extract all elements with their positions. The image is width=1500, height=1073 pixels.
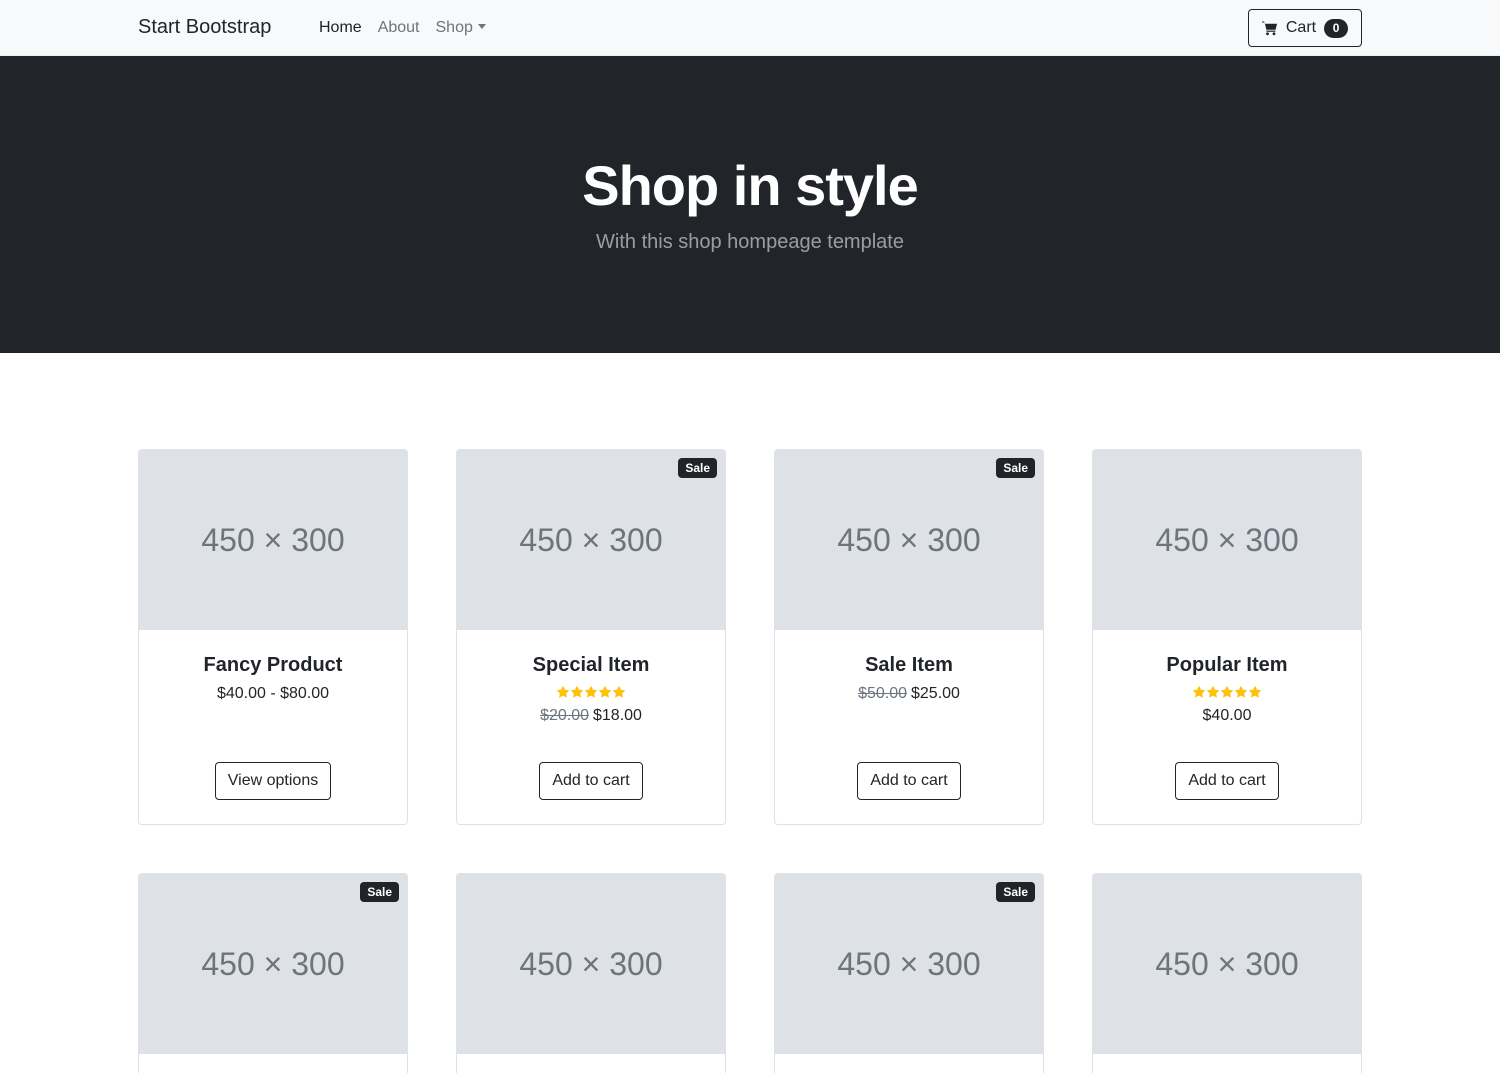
star-icon [612, 685, 626, 698]
product-card-body: Fancy Product $40.00 - $80.00 [139, 630, 407, 703]
star-rating [1093, 685, 1361, 699]
add-to-cart-button[interactable]: Add to cart [1175, 762, 1279, 800]
star-icon [598, 685, 612, 698]
product-card-footer: Add to cart [1093, 762, 1361, 800]
current-price: $25.00 [911, 685, 960, 702]
cart-icon [1261, 21, 1277, 36]
product-card-footer: Add to cart [775, 762, 1043, 800]
caret-down-icon [477, 24, 486, 29]
product-card: 450 × 300 Fancy Product $40.00 - $80.00 … [138, 449, 408, 825]
star-icon [556, 685, 570, 698]
product-card: 450 × 300 Sale Special Item $20.00 $18.00… [456, 449, 726, 825]
star-icon [570, 685, 584, 698]
star-icon [1248, 685, 1262, 698]
hero-title: Shop in style [582, 154, 919, 217]
current-price: $40.00 [1202, 707, 1252, 724]
cart-count-badge: 0 [1324, 18, 1349, 38]
product-card-body: Special Item $20.00 $18.00 [457, 630, 725, 725]
cart-button[interactable]: Cart 0 [1248, 9, 1362, 47]
star-icon [1192, 685, 1206, 698]
sale-badge: Sale [360, 882, 399, 902]
product-card: 450 × 300 Sale [774, 873, 1044, 1073]
product-card: 450 × 300 [456, 873, 726, 1073]
nav-link-shop-label: Shop [435, 19, 473, 36]
sale-badge: Sale [996, 458, 1035, 478]
star-icon [584, 685, 598, 698]
view-options-button[interactable]: View options [214, 762, 332, 800]
current-price: $18.00 [593, 707, 642, 724]
product-name: Popular Item [1166, 654, 1288, 676]
navbar: Start Bootstrap Home About Shop Cart 0 [0, 0, 1500, 56]
product-card: 450 × 300 Sale [138, 873, 408, 1073]
star-icon [1206, 685, 1220, 698]
product-name: Special Item [532, 654, 650, 676]
product-image-placeholder: 450 × 300 [139, 450, 407, 630]
product-card: 450 × 300 Popular Item $40.00 Add to car… [1092, 449, 1362, 825]
nav-links: Home About Shop [319, 19, 486, 37]
original-price: $50.00 [858, 685, 907, 702]
product-card-footer: Add to cart [457, 762, 725, 800]
sale-badge: Sale [996, 882, 1035, 902]
cart-label: Cart [1285, 19, 1317, 36]
product-card-body: Sale Item $50.00 $25.00 [775, 630, 1043, 703]
product-price: $40.00 [1093, 707, 1361, 725]
hero-subtitle: With this shop hompeage template [596, 231, 904, 253]
product-card: 450 × 300 Sale Sale Item $50.00 $25.00 Ad… [774, 449, 1044, 825]
add-to-cart-button[interactable]: Add to cart [857, 762, 961, 800]
product-card-body: Popular Item $40.00 [1093, 630, 1361, 725]
product-name: Fancy Product [203, 654, 343, 676]
original-price: $20.00 [540, 707, 589, 724]
product-price: $40.00 - $80.00 [139, 685, 407, 703]
product-image-placeholder: 450 × 300 [1093, 874, 1361, 1054]
product-name: Sale Item [865, 654, 953, 676]
brand-link[interactable]: Start Bootstrap [138, 16, 271, 39]
hero-header: Shop in style With this shop hompeage te… [0, 56, 1500, 353]
current-price: $40.00 - $80.00 [216, 685, 330, 702]
nav-dropdown-shop[interactable]: Shop [436, 19, 486, 37]
product-image-placeholder: 450 × 300 [1093, 450, 1361, 630]
product-price: $20.00 $18.00 [457, 707, 725, 725]
nav-link-home[interactable]: Home [319, 19, 362, 37]
product-image-placeholder: 450 × 300 [457, 874, 725, 1054]
product-card: 450 × 300 [1092, 873, 1362, 1073]
add-to-cart-button[interactable]: Add to cart [539, 762, 643, 800]
sale-badge: Sale [678, 458, 717, 478]
star-icon [1220, 685, 1234, 698]
product-price: $50.00 $25.00 [775, 685, 1043, 703]
nav-link-about[interactable]: About [378, 19, 420, 37]
star-rating [457, 685, 725, 699]
product-card-footer: View options [139, 762, 407, 800]
star-icon [1234, 685, 1248, 698]
